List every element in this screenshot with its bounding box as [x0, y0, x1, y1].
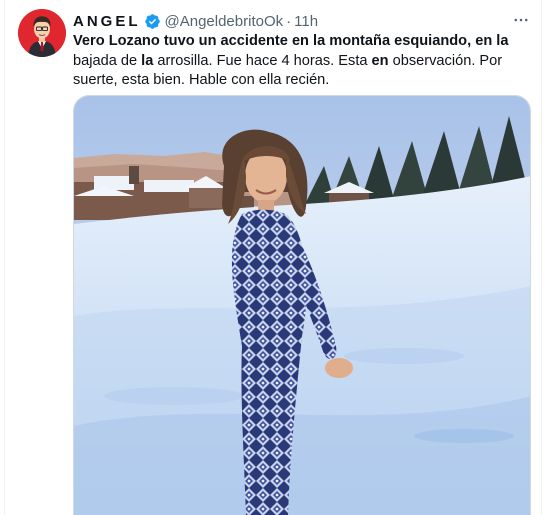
cartoon-man-avatar-icon — [18, 9, 66, 57]
tweet-text-segment: bajada de — [73, 52, 142, 69]
tweet-text-segment: arrosilla. Fue hace 4 horas. Esta — [153, 52, 372, 69]
verified-badge-icon — [144, 13, 161, 30]
user-handle[interactable]: @AngeldebritoOk — [165, 13, 284, 30]
tweet-text-segment: en — [371, 52, 389, 69]
ski-slope-photo — [74, 96, 530, 515]
tweet-text: Vero Lozano tuvo un accidente en la mont… — [73, 32, 533, 91]
tweet-media-photo[interactable] — [73, 95, 531, 515]
display-name[interactable]: ANGEL — [73, 13, 141, 30]
tweet-text-segment: Vero Lozano tuvo un accidente en la mont… — [73, 33, 509, 49]
more-options-icon — [514, 18, 528, 22]
user-avatar[interactable] — [18, 9, 66, 57]
tweet-timestamp[interactable]: 11h — [294, 13, 318, 30]
more-options-button[interactable] — [509, 8, 533, 32]
tweet-card[interactable]: ANGEL @AngeldebritoOk · 11h Vero Lozano … — [4, 0, 542, 515]
tweet-text-segment: la — [141, 52, 154, 69]
tweet-header: ANGEL @AngeldebritoOk · 11h — [73, 11, 529, 31]
separator-dot: · — [286, 12, 292, 30]
